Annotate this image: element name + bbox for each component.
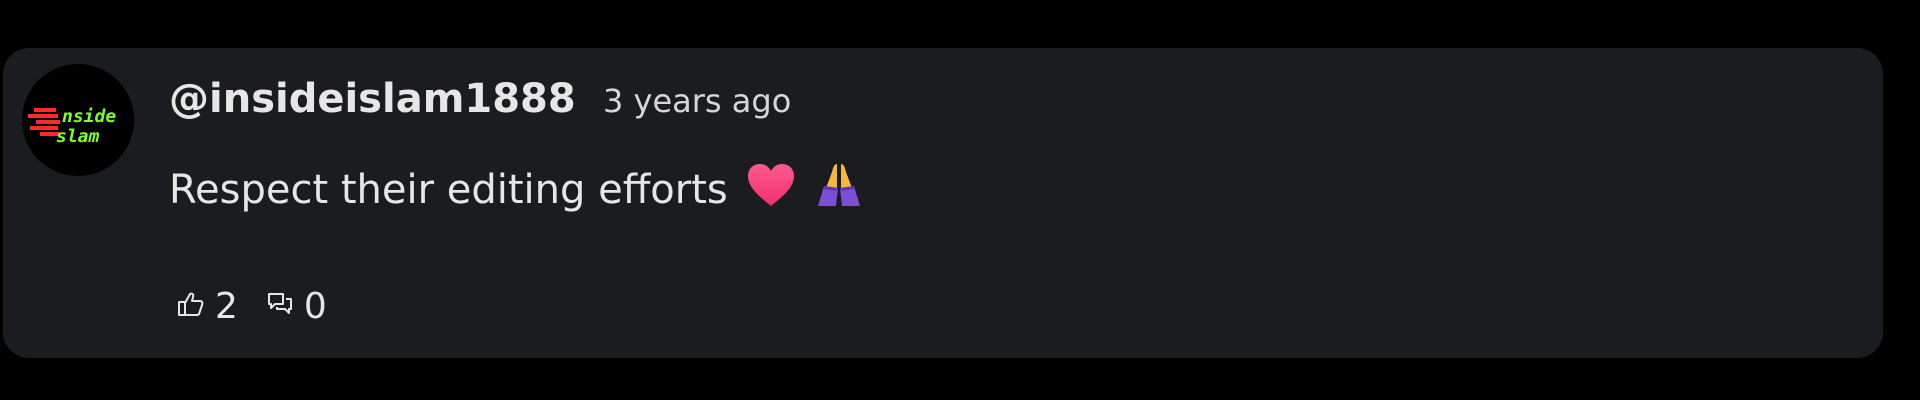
like-button[interactable]: 2	[177, 286, 238, 327]
comment-card: nside slam @insideislam1888 3 years ago …	[3, 48, 1883, 358]
comment-timestamp[interactable]: 3 years ago	[603, 82, 791, 120]
comment-author[interactable]: @insideislam1888	[169, 76, 576, 122]
reply-button[interactable]: 0	[266, 286, 327, 327]
comment-actions: 2 0	[177, 286, 327, 327]
thumbs-up-icon	[177, 286, 205, 327]
avatar[interactable]: nside slam	[22, 64, 134, 176]
avatar-logo-icon: nside slam	[22, 64, 134, 176]
comment-body: Respect their editing efforts	[169, 160, 864, 220]
comment-text: Respect their editing efforts	[169, 167, 728, 213]
like-count: 2	[215, 286, 238, 327]
avatar-text-line1: nside	[62, 106, 116, 127]
heart-icon	[746, 162, 796, 218]
reply-count: 0	[303, 286, 327, 327]
folded-hands-icon	[814, 160, 864, 220]
replies-icon	[266, 286, 294, 327]
avatar-text-line2: slam	[56, 126, 100, 147]
